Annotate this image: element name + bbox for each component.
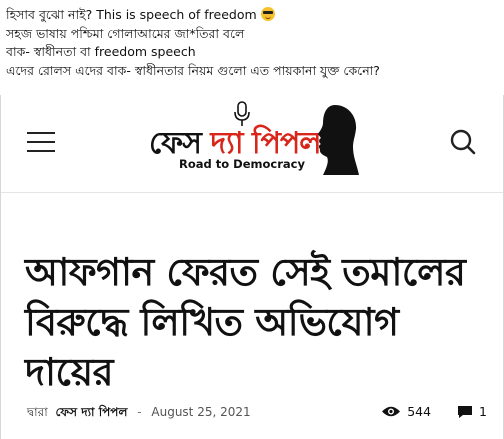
post-line-2: সহজ ভাষায় পশ্চিমা গোলাআমের জা*তিরা বলে xyxy=(6,25,245,41)
eye-icon xyxy=(382,406,401,417)
views-count: 544 xyxy=(381,404,431,419)
site-header: ফেস দ্যা পিপল Road to Democracy xyxy=(1,95,503,193)
views-value: 544 xyxy=(407,404,432,419)
meta-separator: - xyxy=(137,405,142,419)
face-silhouette-icon xyxy=(318,105,359,175)
publish-date: August 25, 2021 xyxy=(151,405,251,419)
comments-value: 1 xyxy=(479,404,487,419)
article-stats: 544 1 xyxy=(381,404,487,419)
comment-icon xyxy=(458,405,473,418)
article-screenshot: ফেস দ্যা পিপল Road to Democracy আফগান ফে… xyxy=(0,95,504,439)
article-headline: আফগান ফেরত সেই তমালের বিরুদ্ধে লিখিত অভি… xyxy=(25,250,466,394)
hamburger-menu-icon[interactable] xyxy=(27,132,55,152)
post-line-3: বাক- স্বাধীনতা বা freedom speech xyxy=(6,44,196,59)
facebook-post-text: হিসাব বুঝো নাই? This is speech of freedo… xyxy=(0,0,504,94)
search-icon[interactable] xyxy=(449,128,477,156)
article-meta: দ্বারা ফেস দ্যা পিপল - August 25, 2021 5… xyxy=(27,404,487,424)
comments-count[interactable]: 1 xyxy=(457,404,487,419)
byline-label: দ্বারা xyxy=(27,405,48,419)
site-logo[interactable]: ফেস দ্যা পিপল Road to Democracy xyxy=(149,101,361,185)
author-link[interactable]: ফেস দ্যা পিপল xyxy=(56,405,128,419)
post-line-4: এদের রোলস এদের বাক- স্বাধীনতার নিয়ম গুল… xyxy=(6,62,380,78)
site-tagline: Road to Democracy xyxy=(179,157,305,171)
post-line-1: হিসাব বুঝো নাই? This is speech of freedo… xyxy=(6,6,494,25)
sunglasses-emoji-icon xyxy=(260,7,275,21)
